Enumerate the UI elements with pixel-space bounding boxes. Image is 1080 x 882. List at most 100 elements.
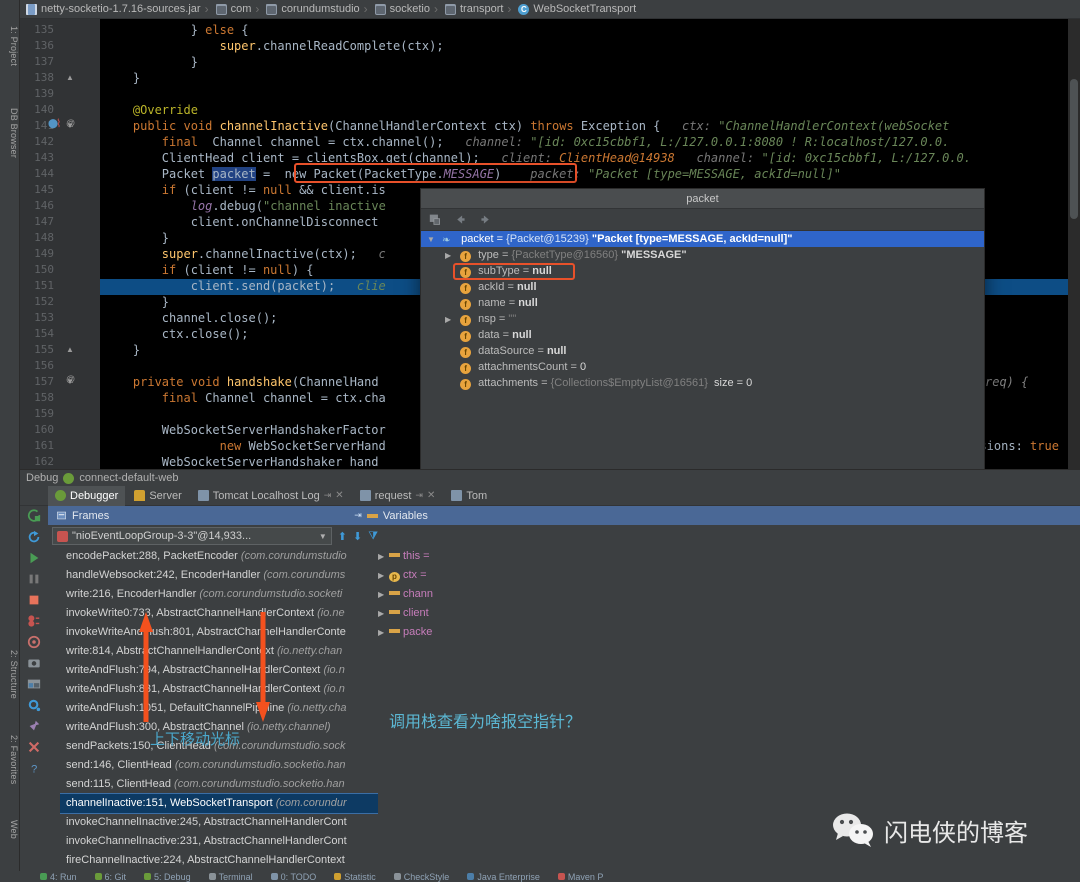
tab-tomcat[interactable]: Tom <box>444 486 494 506</box>
forward-arrow-icon[interactable] <box>479 213 492 226</box>
editor-gutter[interactable]: 135 136 137 138 139 140 141 142 143 144 … <box>20 19 100 469</box>
rerun-icon[interactable] <box>27 509 41 523</box>
variable-row-channel[interactable]: ▶chann <box>378 585 440 604</box>
status-item-git[interactable]: 6: Git <box>95 872 127 882</box>
fold-marker-collapse[interactable]: ▲ <box>64 73 76 82</box>
frame-row[interactable]: invokeWriteAndFlush:801, AbstractChannel… <box>60 623 378 642</box>
status-item-debug[interactable]: 5: Debug <box>144 872 191 882</box>
tab-server[interactable]: Server <box>127 486 188 506</box>
breadcrumb-item-corundumstudio[interactable]: corundumstudio <box>255 2 359 16</box>
pause-icon[interactable] <box>27 572 41 586</box>
variable-row-packet[interactable]: ▶packe <box>378 623 440 642</box>
breadcrumb-item-class[interactable]: C WebSocketTransport <box>507 2 636 16</box>
rail-item-favorites[interactable]: 2: Favorites <box>0 735 19 784</box>
frame-row[interactable]: send:115, ClientHead (com.corundumstudio… <box>60 775 378 794</box>
scrollbar-thumb[interactable] <box>1070 79 1078 219</box>
back-arrow-icon[interactable] <box>454 213 467 226</box>
breadcrumb-item-jar[interactable]: netty-socketio-1.7.16-sources.jar <box>26 3 201 15</box>
tree-row-data[interactable]: f data = null <box>439 327 984 343</box>
tree-row-ackid[interactable]: f ackId = null <box>439 279 984 295</box>
tab-tomcat-localhost-log[interactable]: Tomcat Localhost Log ⇥ ✕ <box>191 486 351 506</box>
status-item-java-enterprise[interactable]: Java Enterprise <box>467 872 540 882</box>
restore-layout-icon[interactable]: ⇥ <box>354 510 362 521</box>
tree-row-name[interactable]: f name = null <box>439 295 984 311</box>
filter-icon[interactable]: ⧩ <box>368 530 378 543</box>
pin-icon[interactable]: ⇥ <box>415 490 423 501</box>
thread-dropdown[interactable]: "nioEventLoopGroup-3-3"@14,933... ▼ <box>52 527 332 545</box>
close-icon[interactable] <box>27 740 41 754</box>
frame-row[interactable]: invokeChannelInactive:245, AbstractChann… <box>60 813 378 832</box>
tab-request[interactable]: request ⇥ ✕ <box>353 486 443 506</box>
frame-row[interactable]: write:814, AbstractChannelHandlerContext… <box>60 642 378 661</box>
variable-row-ctx[interactable]: ▶pctx = <box>378 566 440 585</box>
frame-row[interactable]: writeAndFlush:1051, DefaultChannelPipeli… <box>60 699 378 718</box>
chevron-right-icon[interactable]: ▶ <box>378 604 389 623</box>
step-down-icon[interactable]: ⬇ <box>353 530 362 543</box>
resume-icon[interactable] <box>27 551 41 565</box>
tree-row-packet[interactable]: ▼ ❧ packet = {Packet@15239} "Packet [typ… <box>421 231 984 247</box>
frame-row[interactable]: write:216, EncoderHandler (com.corundums… <box>60 585 378 604</box>
frame-row[interactable]: encodePacket:288, PacketEncoder (com.cor… <box>60 547 378 566</box>
chevron-down-icon[interactable]: ▼ <box>319 532 327 541</box>
status-item-todo[interactable]: 0: TODO <box>271 872 317 882</box>
status-item-run[interactable]: 4: Run <box>40 872 77 882</box>
frame-row[interactable]: invokeChannelInactive:231, AbstractChann… <box>60 832 378 851</box>
editor-vertical-scrollbar[interactable] <box>1068 19 1080 469</box>
layout-icon[interactable] <box>27 677 41 691</box>
frame-row[interactable]: invokeWrite0:733, AbstractChannelHandler… <box>60 604 378 623</box>
call-stack-frames[interactable]: encodePacket:288, PacketEncoder (com.cor… <box>60 547 378 873</box>
tree-row-attachmentscount[interactable]: f attachmentsCount = 0 <box>439 359 984 375</box>
rail-item-db-browser[interactable]: DB Browser <box>0 108 19 158</box>
status-item-checkstyle[interactable]: CheckStyle <box>394 872 450 882</box>
step-up-icon[interactable]: ⬆ <box>338 530 347 543</box>
rail-item-project[interactable]: 1: Project <box>0 26 19 66</box>
chevron-down-icon[interactable]: ▼ <box>427 232 439 248</box>
status-item-statistic[interactable]: Statistic <box>334 872 376 882</box>
variable-row-client[interactable]: ▶client <box>378 604 440 623</box>
mute-breakpoints-icon[interactable] <box>27 614 41 628</box>
frame-package: (io.n <box>323 664 344 676</box>
close-icon[interactable]: ✕ <box>335 490 343 501</box>
frame-row[interactable]: send:146, ClientHead (com.corundumstudio… <box>60 756 378 775</box>
camera-icon[interactable] <box>27 656 41 670</box>
breadcrumb-item-socketio[interactable]: socketio <box>364 2 430 16</box>
close-icon[interactable]: ✕ <box>427 490 435 501</box>
tree-row-nsp[interactable]: ▶ f nsp = "" <box>439 311 984 327</box>
rail-item-web[interactable]: Web <box>0 820 19 839</box>
frame-row[interactable]: handleWebsocket:242, EncoderHandler (com… <box>60 566 378 585</box>
variable-row-this[interactable]: ▶this = <box>378 547 440 566</box>
status-item-maven[interactable]: Maven P <box>558 872 604 882</box>
frame-row-selected[interactable]: channelInactive:151, WebSocketTransport … <box>60 794 378 813</box>
breadcrumb-item-transport[interactable]: transport <box>434 2 503 16</box>
help-icon[interactable]: ? <box>27 761 41 775</box>
chevron-right-icon[interactable]: ▶ <box>378 585 389 604</box>
tree-row-type[interactable]: ▶ f type = {PacketType@16560} "MESSAGE" <box>439 247 984 263</box>
evaluate-expression-icon[interactable] <box>429 213 442 226</box>
pin-icon[interactable] <box>27 719 41 733</box>
status-label: 5: Debug <box>154 872 191 882</box>
frame-row[interactable]: writeAndFlush:831, AbstractChannelHandle… <box>60 680 378 699</box>
fold-marker-collapse[interactable]: ▲ <box>64 345 76 354</box>
pin-icon[interactable]: ⇥ <box>324 490 332 501</box>
tree-row-attachments[interactable]: f attachments = {Collections$EmptyList@1… <box>439 375 984 391</box>
frame-row[interactable]: writeAndFlush:794, AbstractChannelHandle… <box>60 661 378 680</box>
frame-package: (com.corundumstudio.socketi <box>199 588 342 600</box>
chevron-right-icon[interactable]: ▶ <box>378 566 389 585</box>
frame-row[interactable]: fireChannelInactive:224, AbstractChannel… <box>60 851 378 870</box>
view-breakpoints-icon[interactable] <box>27 635 41 649</box>
tab-debugger[interactable]: Debugger <box>48 486 125 506</box>
breadcrumb-item-com[interactable]: com <box>205 2 252 16</box>
chevron-right-icon[interactable]: ▶ <box>378 623 389 642</box>
override-icon[interactable]: @ <box>66 374 75 384</box>
status-item-terminal[interactable]: Terminal <box>209 872 253 882</box>
tree-row-name: data <box>478 329 499 341</box>
chevron-right-icon[interactable]: ▶ <box>445 248 457 264</box>
chevron-right-icon[interactable]: ▶ <box>378 547 389 566</box>
override-icon[interactable]: @ <box>66 118 75 128</box>
settings-gear-icon[interactable] <box>27 698 41 712</box>
tree-row-datasource[interactable]: f dataSource = null <box>439 343 984 359</box>
stop-icon[interactable] <box>27 593 41 607</box>
restart-icon[interactable] <box>27 530 41 544</box>
chevron-right-icon[interactable]: ▶ <box>445 312 457 328</box>
rail-item-structure[interactable]: 2: Structure <box>0 650 19 699</box>
